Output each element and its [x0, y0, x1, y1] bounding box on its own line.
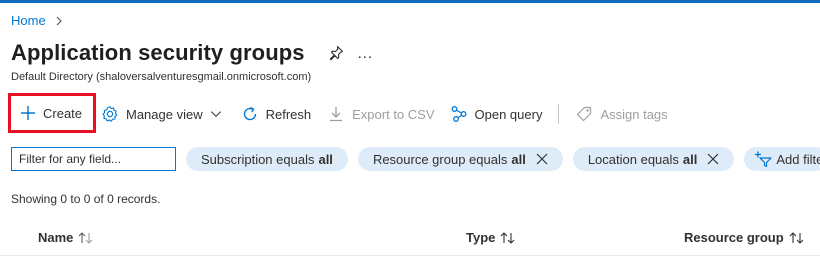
- page-title: Application security groups: [11, 40, 305, 65]
- create-highlight-box: Create: [8, 93, 96, 133]
- pin-icon[interactable]: [328, 45, 344, 61]
- open-query-button[interactable]: Open query: [450, 98, 543, 130]
- column-header-name-label: Name: [38, 230, 74, 245]
- refresh-label: Refresh: [265, 106, 312, 122]
- query-icon: [451, 106, 466, 122]
- close-icon[interactable]: [707, 153, 719, 165]
- subscription-filter-label: Subscription equals: [201, 151, 315, 167]
- subscription-filter-pill[interactable]: Subscription equals all: [186, 147, 348, 171]
- top-accent-bar: [0, 0, 820, 3]
- command-bar: Create Manage view Refresh Export to CSV: [8, 93, 668, 133]
- breadcrumb-home-link[interactable]: Home: [11, 13, 46, 28]
- title-row: Application security groups ...: [11, 40, 373, 66]
- breadcrumb: Home: [11, 13, 64, 28]
- manage-view-label: Manage view: [126, 106, 203, 122]
- sort-icon: [501, 231, 515, 244]
- sort-icon: [789, 231, 804, 244]
- create-label: Create: [43, 105, 83, 121]
- export-csv-label: Export to CSV: [352, 106, 435, 122]
- tag-icon: [577, 106, 592, 122]
- table-header: Name Type Resource group: [0, 222, 820, 256]
- more-options-icon[interactable]: ...: [358, 45, 374, 62]
- close-icon[interactable]: [536, 153, 548, 165]
- resource-group-filter-value: all: [511, 151, 526, 167]
- subscription-filter-value: all: [318, 151, 333, 167]
- plus-icon: [21, 106, 35, 120]
- add-filter-label: Add filter: [776, 151, 820, 167]
- export-csv-button[interactable]: Export to CSV: [327, 98, 435, 130]
- refresh-icon: [243, 106, 256, 121]
- column-header-type[interactable]: Type: [466, 230, 517, 245]
- column-header-name[interactable]: Name: [38, 230, 95, 245]
- directory-subtitle: Default Directory (shaloversalventuresgm…: [11, 71, 312, 83]
- chevron-right-icon: [56, 16, 62, 25]
- column-header-resource-group[interactable]: Resource group: [684, 230, 806, 245]
- gear-icon: [102, 106, 118, 122]
- resource-group-filter-pill[interactable]: Resource group equals all: [357, 147, 563, 171]
- location-filter-label: Location equals: [587, 151, 679, 167]
- column-header-type-label: Type: [466, 230, 496, 245]
- refresh-button[interactable]: Refresh: [241, 98, 312, 130]
- record-count: Showing 0 to 0 of 0 records.: [11, 192, 161, 206]
- toolbar-divider: [558, 104, 560, 124]
- manage-view-button[interactable]: Manage view: [101, 98, 223, 130]
- add-filter-button[interactable]: Add filter: [744, 147, 820, 171]
- location-filter-pill[interactable]: Location equals all: [572, 147, 735, 171]
- add-filter-icon: [755, 151, 772, 168]
- chevron-down-icon: [210, 111, 221, 118]
- assign-tags-button[interactable]: Assign tags: [575, 98, 668, 130]
- open-query-label: Open query: [474, 106, 543, 122]
- create-button[interactable]: Create: [19, 97, 82, 129]
- location-filter-value: all: [682, 151, 698, 167]
- filter-input[interactable]: [11, 147, 176, 171]
- resource-group-filter-label: Resource group equals: [372, 151, 508, 167]
- assign-tags-label: Assign tags: [600, 106, 668, 122]
- sort-icon: [79, 231, 93, 244]
- download-icon: [330, 107, 343, 122]
- filter-bar: Subscription equals all Resource group e…: [11, 147, 820, 171]
- column-header-resource-group-label: Resource group: [684, 230, 784, 245]
